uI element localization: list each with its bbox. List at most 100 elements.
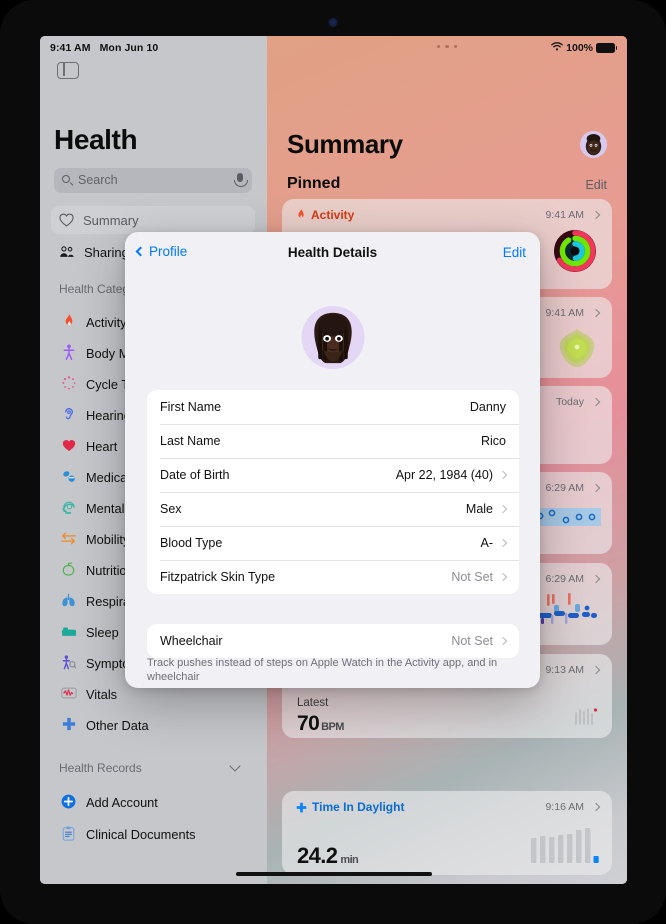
row-value: A- (481, 536, 508, 550)
activity-rings-chart (554, 230, 596, 272)
sidebar-item-other-data[interactable]: Other Data (59, 714, 149, 736)
avatar[interactable] (580, 131, 607, 158)
row-value: Apr 22, 1984 (40) (396, 468, 508, 482)
chevron-down-icon[interactable] (229, 760, 241, 772)
modal-navigation-bar: Profile Health Details Edit (125, 232, 540, 275)
row-label: Sex (160, 502, 182, 516)
bed-icon (59, 625, 78, 639)
sidebar-item-add-account[interactable]: Add Account (59, 791, 158, 813)
flame-icon (298, 209, 304, 218)
battery-icon (596, 43, 618, 53)
row-label: Fitzpatrick Skin Type (160, 570, 276, 584)
row-value: Male (466, 502, 508, 516)
battery-percent: 100% (566, 42, 593, 54)
modal-title: Health Details (287, 245, 378, 260)
search-input[interactable]: Search (54, 168, 252, 193)
sidebar-item-label: Mobility (86, 531, 130, 547)
card-title: Activity (296, 208, 354, 222)
sidebar-item-vitals[interactable]: Vitals (59, 683, 117, 705)
sidebar-item-summary[interactable]: Summary (51, 206, 255, 234)
chevron-right-icon (498, 504, 508, 514)
body-icon (59, 344, 78, 362)
row-fitzpatrick-skin-type[interactable]: Fitzpatrick Skin Type Not Set (147, 560, 519, 594)
pinned-edit-button[interactable]: Edit (585, 178, 607, 192)
chevron-right-icon (591, 483, 601, 493)
health-details-group: First Name Danny Last Name Rico Date of Birt… (147, 390, 519, 594)
sidebar-item-activity[interactable]: Activity (59, 311, 127, 333)
chevron-right-icon (591, 210, 601, 220)
mindfulness-flower-chart (559, 329, 595, 367)
plus-icon (59, 717, 78, 733)
sidebar-item-mobility[interactable]: Mobility (59, 528, 129, 550)
card-value-number: 70 (297, 712, 320, 735)
apple-icon (59, 562, 78, 578)
chevron-right-icon (591, 308, 601, 318)
head-icon (59, 501, 78, 516)
chevron-right-icon (591, 574, 601, 584)
chevron-right-icon (498, 636, 508, 646)
card-value-unit: min (340, 854, 359, 866)
user-avatar (585, 133, 602, 156)
status-bar-left: 9:41 AM Mon Jun 10 (50, 42, 158, 54)
sidebar-item-clinical-documents[interactable]: Clinical Documents (59, 823, 196, 845)
card-value-unit: BPM (321, 721, 344, 733)
memoji-avatar[interactable] (301, 306, 364, 369)
row-blood-type[interactable]: Blood Type A- (147, 526, 519, 560)
vitals-icon (59, 687, 78, 701)
sidebar-item-label: Vitals (86, 686, 118, 702)
row-value: Not Set (451, 634, 508, 648)
pinned-section-label: Pinned (287, 175, 341, 192)
ear-icon (59, 407, 78, 424)
row-label: Blood Type (160, 536, 223, 550)
chevron-right-icon (591, 397, 601, 407)
sidebar-item-sleep[interactable]: Sleep (59, 621, 119, 643)
card-time: 9:13 AM (545, 664, 584, 676)
arrows-icon (59, 532, 78, 547)
card-value: 70 BPM (297, 712, 344, 736)
sidebar-item-hearing[interactable]: Hearing (59, 404, 131, 426)
chevron-right-icon (591, 802, 601, 812)
sidebar-item-label: Clinical Documents (86, 826, 196, 842)
row-date-of-birth[interactable]: Date of Birth Apr 22, 1984 (40) (147, 458, 519, 492)
ipad-screen: 9:41 AM Mon Jun 10 Health Search Summary (40, 36, 627, 884)
health-details-modal: Profile Health Details Edit First Name D… (125, 232, 540, 688)
card-caption: Latest (297, 697, 329, 709)
sidebar-item-label: Sharing (84, 244, 129, 260)
status-bar-right: 100% (551, 42, 618, 54)
row-label: First Name (160, 400, 222, 414)
card-time-in-daylight[interactable]: Time In Daylight 9:16 AM 24.2 min (282, 791, 612, 875)
chevron-right-icon (591, 665, 601, 675)
chevron-right-icon (498, 572, 508, 582)
sidebar-item-heart[interactable]: Heart (59, 435, 117, 457)
home-indicator[interactable] (235, 871, 432, 876)
records-header: Health Records (59, 761, 142, 775)
row-label: Last Name (160, 434, 221, 448)
row-label: Wheelchair (160, 634, 223, 648)
row-sex[interactable]: Sex Male (147, 492, 519, 526)
row-wheelchair[interactable]: Wheelchair Not Set (147, 624, 519, 658)
row-value: Danny (469, 400, 506, 414)
summary-title: Summary (287, 129, 403, 159)
row-value: Not Set (451, 570, 508, 584)
heart-outline-icon (59, 213, 74, 227)
sidebar-item-nutrition[interactable]: Nutrition (59, 559, 134, 581)
card-value-number: 24.2 (297, 843, 338, 868)
multitasking-handle[interactable] (437, 45, 457, 49)
sidebar-item-label: Sleep (86, 624, 119, 640)
chevron-right-icon (498, 470, 508, 480)
wheelchair-note: Track pushes instead of steps on Apple W… (147, 657, 498, 684)
heart-rate-ticks-chart (575, 708, 598, 725)
card-time: 9:41 AM (545, 209, 584, 221)
clipboard-icon (59, 825, 78, 843)
card-time: Today (555, 396, 584, 408)
ipad-device-frame: 9:41 AM Mon Jun 10 Health Search Summary (0, 0, 666, 924)
wifi-icon (551, 42, 563, 54)
status-date: Mon Jun 10 (99, 42, 159, 54)
edit-button[interactable]: Edit (503, 245, 526, 260)
row-first-name: First Name Danny (147, 390, 519, 424)
card-time: 9:41 AM (545, 307, 584, 319)
sidebar-toggle-icon[interactable] (57, 62, 79, 79)
chevron-right-icon (498, 538, 508, 548)
lungs-icon (59, 593, 78, 609)
microphone-icon[interactable] (234, 173, 248, 187)
